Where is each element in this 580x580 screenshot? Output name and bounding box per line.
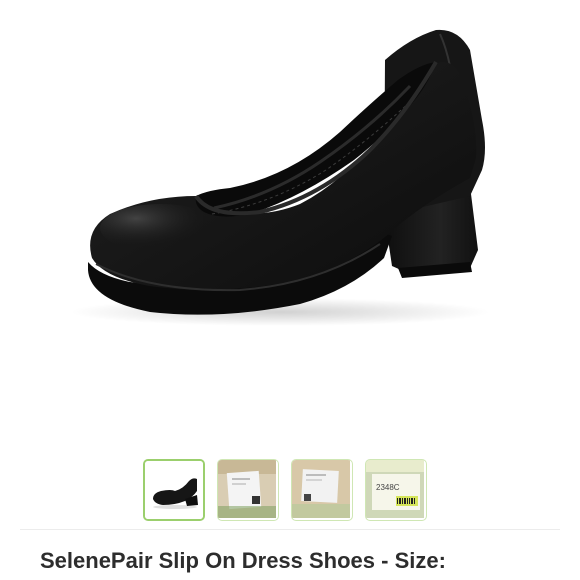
- thumbnail-strip: 2348C: [143, 459, 443, 525]
- section-divider: [20, 529, 560, 530]
- product-title: SelenePair Slip On Dress Shoes - Size:: [40, 548, 446, 573]
- thumbnail-4-label: 2348C: [376, 483, 400, 492]
- thumbnail-2[interactable]: [217, 459, 279, 521]
- shoe-thumbnail-icon: [145, 461, 203, 519]
- thumbnail-1[interactable]: [143, 459, 205, 521]
- insole-tag-thumbnail-icon: [218, 460, 276, 518]
- black-pump-shoe-icon: [70, 29, 490, 326]
- label-barcode-thumbnail-icon: 2348C: [366, 460, 424, 518]
- thumbnail-4[interactable]: 2348C: [365, 459, 427, 521]
- thumbnail-3[interactable]: [291, 459, 353, 521]
- product-main-image[interactable]: [0, 0, 580, 440]
- insole-tag-thumbnail-icon: [292, 460, 350, 518]
